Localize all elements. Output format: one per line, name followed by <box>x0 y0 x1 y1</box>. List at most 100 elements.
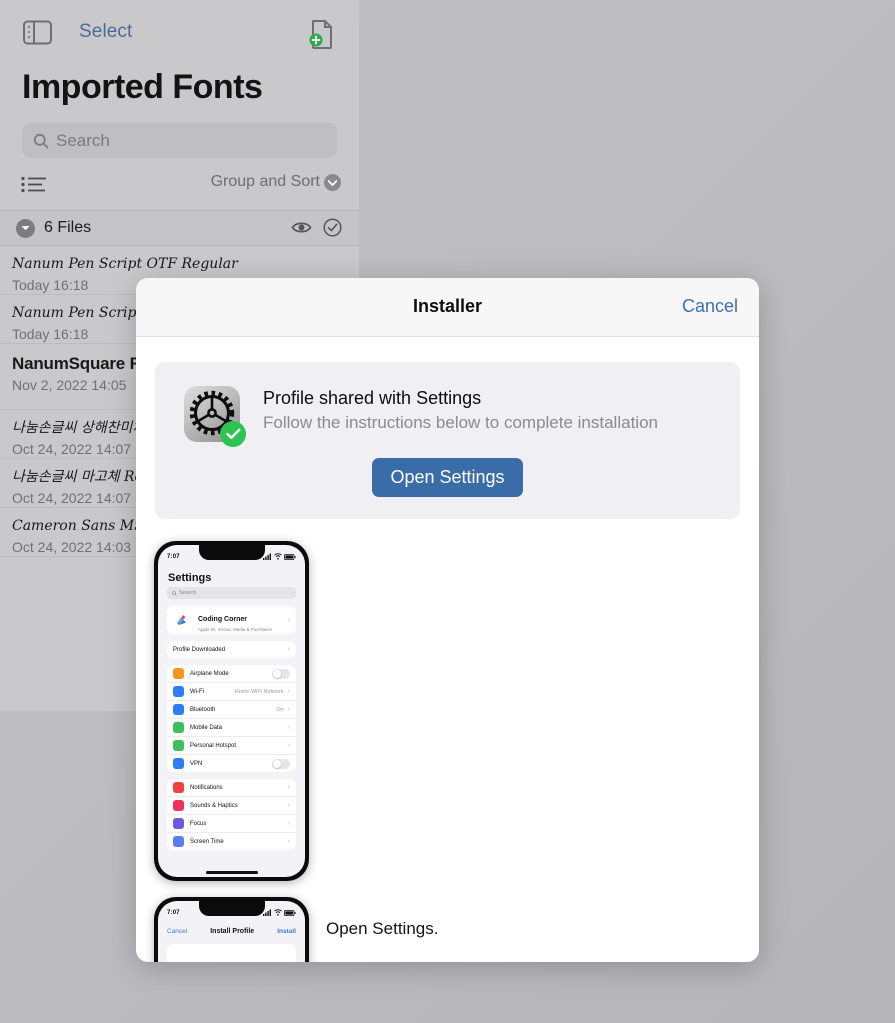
check-circle-icon[interactable] <box>323 218 342 237</box>
phone2-nav-title: Install Profile <box>210 928 255 935</box>
disclosure-triangle-icon[interactable] <box>16 218 35 238</box>
phone2-cancel-button[interactable]: Cancel <box>167 928 187 935</box>
phone1-settings-row[interactable]: Sounds & Haptics › <box>167 797 296 815</box>
phone1-settings-row-value: Home WiFi Network <box>234 688 284 695</box>
page-title: Imported Fonts <box>22 68 263 106</box>
sidebar-toggle-icon[interactable] <box>23 20 52 45</box>
phone1-settings-row[interactable]: Focus › <box>167 815 296 833</box>
group-and-sort-button[interactable]: Group and Sort <box>211 173 320 191</box>
phone1-settings-row-label: Focus <box>190 820 207 827</box>
chevron-right-icon: › <box>287 784 290 791</box>
profile-card-subtitle: Follow the instructions below to complet… <box>263 413 658 432</box>
chevron-right-icon: › <box>287 838 290 845</box>
phone1-settings-row[interactable]: Bluetooth On › <box>167 701 296 719</box>
cancel-button[interactable]: Cancel <box>682 296 738 317</box>
screen-root: Select Imported Fonts Search Group and S… <box>0 0 895 1023</box>
phone1-account-row[interactable]: Coding Corner Apple ID, iCloud, Media & … <box>167 606 296 634</box>
phone1-settings-row-value: On <box>276 706 284 713</box>
phone1-account-name: Coding Corner <box>198 616 247 623</box>
phone1-settings-row-label: Screen Time <box>190 838 224 845</box>
chevron-down-icon[interactable] <box>324 174 341 191</box>
phone2-status-time: 7:07 <box>167 909 180 916</box>
status-icons <box>263 553 296 560</box>
phone1-settings-row-label: Notifications <box>190 784 223 791</box>
phone1-profile-downloaded-row[interactable]: Profile Downloaded › <box>167 641 296 658</box>
chevron-right-icon: › <box>287 742 290 749</box>
chevron-right-icon: › <box>287 706 290 713</box>
phone1-settings-row[interactable]: Personal Hotspot › <box>167 737 296 755</box>
phone1-settings-row[interactable]: Notifications › <box>167 779 296 797</box>
phone1-account-sub: Apple ID, iCloud, Media & Purchases <box>198 627 273 632</box>
phone1-profile-group: Profile Downloaded › <box>167 641 296 658</box>
phone1-status-time: 7:07 <box>167 553 180 560</box>
open-settings-button[interactable]: Open Settings <box>372 458 523 497</box>
select-button[interactable]: Select <box>79 21 132 43</box>
step-1-text: Open Settings. <box>326 919 439 938</box>
phone1-search-field[interactable]: Search <box>167 587 296 599</box>
status-icons <box>263 909 296 916</box>
phone2-install-button[interactable]: Install <box>277 928 296 935</box>
phone1-settings-row-label: Personal Hotspot <box>190 742 237 749</box>
wifi-icon <box>173 686 184 697</box>
phone1-settings-row-label: VPN <box>190 760 203 767</box>
files-count-bar: 6 Files <box>0 210 359 246</box>
phone1-settings-row[interactable]: Airplane Mode <box>167 665 296 683</box>
files-count-label: 6 Files <box>44 219 92 236</box>
bluetooth-icon <box>173 704 184 715</box>
phone1-settings-row[interactable]: VPN <box>167 755 296 772</box>
new-document-icon[interactable] <box>307 18 337 50</box>
phone1-search-placeholder: Search <box>179 590 197 596</box>
account-avatar-icon <box>173 611 192 630</box>
step-2-text: Tap on 'Profile Downloaded'. If this isn… <box>326 959 746 962</box>
screen-time-icon <box>173 836 184 847</box>
phone1-settings-row-label: Airplane Mode <box>190 670 229 677</box>
chevron-right-icon: › <box>287 820 290 827</box>
profile-card-title: Profile shared with Settings <box>263 388 482 408</box>
phone1-settings-row-label: Wi-Fi <box>190 688 204 695</box>
chevron-right-icon: › <box>287 802 290 809</box>
phone1-screen-title: Settings <box>168 572 212 584</box>
file-name: Nanum Pen Script OTF Regular <box>12 256 238 272</box>
hotspot-icon <box>173 740 184 751</box>
search-field[interactable]: Search <box>22 123 337 158</box>
eye-icon[interactable] <box>291 219 312 236</box>
dialog-header: Installer Cancel <box>136 278 759 337</box>
phone1-settings-row[interactable]: Wi-Fi Home WiFi Network › <box>167 683 296 701</box>
phone2-profile-card <box>167 944 296 962</box>
phone1-system-group: Notifications › Sounds & Haptics › Focus › Scr… <box>167 779 296 850</box>
dialog-body: Profile shared with Settings Follow the … <box>136 362 759 962</box>
search-icon <box>33 133 49 149</box>
sidebar-toolbar: Select <box>0 0 359 66</box>
dialog-title: Installer <box>412 296 483 316</box>
phone1-settings-row-label: Sounds & Haptics <box>190 802 238 809</box>
phone2-status-bar: 7:07 <box>158 901 305 922</box>
search-placeholder: Search <box>56 130 110 150</box>
notifications-icon <box>173 782 184 793</box>
phone1-settings-row-label: Bluetooth <box>190 706 216 713</box>
settings-gear-icon <box>184 386 246 447</box>
phone1-profile-downloaded-label: Profile Downloaded <box>173 646 226 653</box>
cellular-icon <box>173 722 184 733</box>
phone1-settings-row[interactable]: Mobile Data › <box>167 719 296 737</box>
phone1-connectivity-group: Airplane Mode Wi-Fi Home WiFi Network › Blue… <box>167 665 296 772</box>
profile-shared-card: Profile shared with Settings Follow the … <box>155 362 740 519</box>
vpn-icon <box>173 758 184 769</box>
phone-home-indicator <box>205 871 258 874</box>
installation-steps: 7:07 Settings Search Coding Corner Apple… <box>136 539 759 962</box>
phone1-settings-row[interactable]: Screen Time › <box>167 833 296 850</box>
check-badge-icon <box>220 421 246 447</box>
phone1-account-group: Coding Corner Apple ID, iCloud, Media & … <box>167 606 296 634</box>
chevron-right-icon: › <box>287 724 290 731</box>
chevron-right-icon: › <box>287 688 290 695</box>
airplane-icon <box>173 668 184 679</box>
sounds-icon <box>173 800 184 811</box>
chevron-right-icon: › <box>287 646 290 653</box>
phone-mockup-settings: 7:07 Settings Search Coding Corner Apple… <box>154 541 309 881</box>
phone-mockup-install-profile: 7:07 Cancel Install Profile Install <box>154 897 309 962</box>
list-view-icon[interactable] <box>21 176 47 193</box>
chevron-right-icon: › <box>287 616 290 624</box>
phone1-settings-row-toggle[interactable] <box>272 758 290 769</box>
phone1-status-bar: 7:07 <box>158 545 305 566</box>
sidebar-sort-row: Group and Sort <box>0 158 359 210</box>
phone1-settings-row-toggle[interactable] <box>272 668 290 679</box>
